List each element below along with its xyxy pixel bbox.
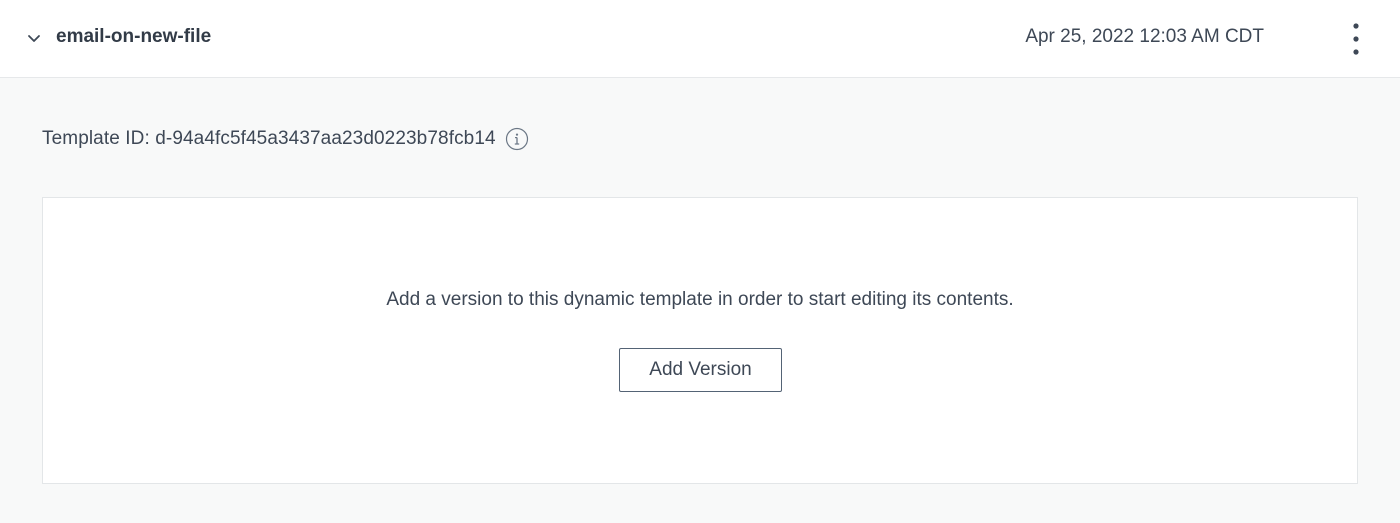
template-id-row: Template ID: d-94a4fc5f45a3437aa23d0223b… [42, 126, 529, 152]
template-id-text: Template ID: d-94a4fc5f45a3437aa23d0223b… [42, 128, 496, 149]
template-header: email-on-new-file Apr 25, 2022 12:03 AM … [0, 0, 1400, 78]
template-name[interactable]: email-on-new-file [56, 25, 211, 49]
template-timestamp: Apr 25, 2022 12:03 AM CDT [1025, 26, 1264, 47]
info-icon[interactable] [505, 127, 529, 151]
kebab-menu-icon[interactable] [1343, 22, 1369, 56]
empty-state-message: Add a version to this dynamic template i… [386, 289, 1014, 310]
empty-versions-card: Add a version to this dynamic template i… [42, 197, 1358, 484]
add-version-button[interactable]: Add Version [619, 348, 782, 392]
chevron-down-icon[interactable] [26, 30, 42, 46]
